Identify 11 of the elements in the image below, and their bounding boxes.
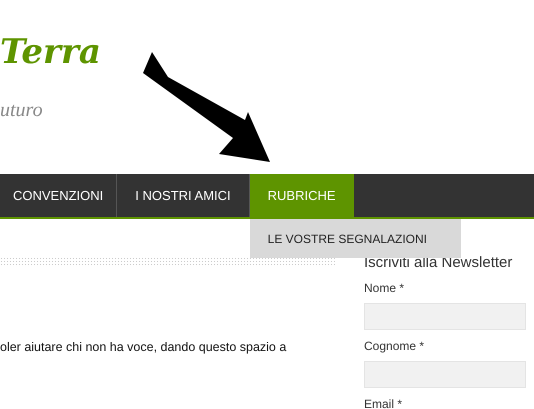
input-field[interactable] [364, 361, 526, 388]
input-field[interactable] [364, 303, 526, 330]
field-label: Email * [364, 397, 404, 409]
body-text: oler aiutare chi non ha voce, dando questo spazio a [0, 340, 288, 354]
nav-item[interactable]: CONVENZIONI [0, 174, 118, 217]
field-label: Cognome * [364, 339, 426, 353]
logo-tagline: uturo [0, 98, 44, 122]
logo-title[interactable]: Terra [0, 30, 101, 74]
dropdown-item[interactable]: LE VOSTRE SEGNALAZIONI [250, 232, 428, 246]
field-label: Nome * [364, 281, 406, 295]
nav-item[interactable]: RUBRICHE [250, 174, 354, 217]
